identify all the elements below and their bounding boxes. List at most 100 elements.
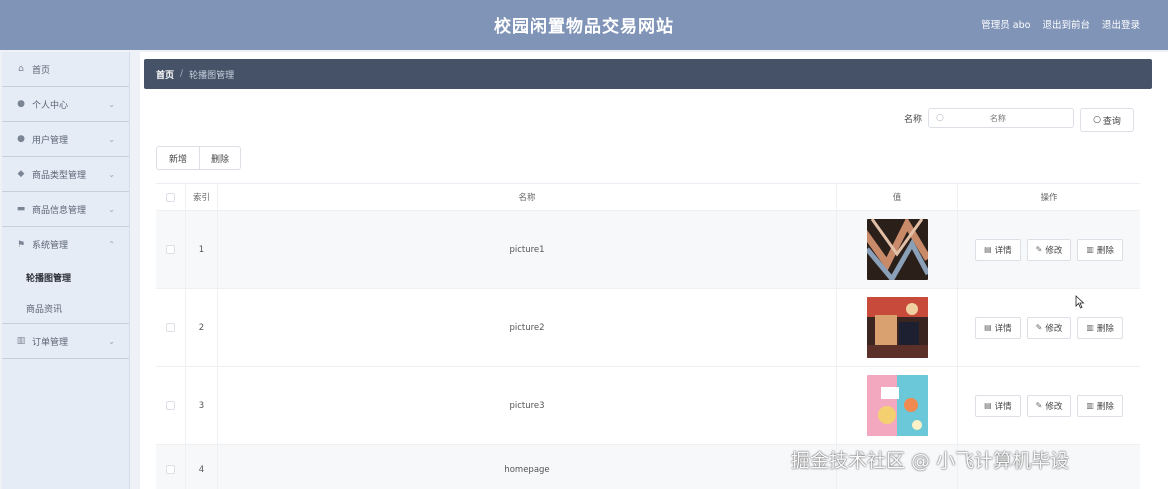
edit-button[interactable]: ✎ 修改	[1026, 316, 1072, 339]
document-icon: ▤	[984, 401, 992, 410]
edit-label: 修改	[1045, 245, 1063, 256]
sidebar-item-label: 个人中心	[32, 100, 69, 111]
edit-button[interactable]: ✎ 修改	[1026, 238, 1072, 261]
detail-label: 详情	[994, 245, 1012, 256]
search-label: 名称	[904, 115, 923, 125]
sidebar-item-label: 商品类型管理	[32, 170, 87, 181]
sidebar-item-label: 首页	[32, 65, 51, 76]
detail-button[interactable]: ▤ 详情	[975, 394, 1021, 417]
row-checkbox[interactable]	[166, 401, 175, 410]
sidebar: ⌂ 首页 ● 个人中心 ⌄ ● 用户管理 ⌄ ◆ 商品类型管理 ⌄ ▬ 商品信息…	[2, 52, 130, 489]
query-button-label: 查询	[1102, 116, 1121, 127]
row-index: 3	[186, 367, 218, 444]
document-icon: ▤	[984, 323, 992, 332]
row-name: picture2	[218, 289, 837, 366]
detail-label: 详情	[994, 401, 1012, 412]
row-index: 4	[186, 445, 218, 489]
sidebar-item-label: 系统管理	[32, 241, 69, 251]
row-select-cell	[156, 445, 186, 489]
chevron-down-icon: ⌄	[108, 99, 115, 109]
mouse-cursor-icon	[1075, 295, 1085, 309]
flag-icon: ⚑	[16, 239, 26, 250]
sidebar-item-personal-center[interactable]: ● 个人中心 ⌄	[2, 87, 129, 122]
search-input[interactable]	[947, 113, 1048, 123]
users-icon: ●	[17, 134, 25, 144]
chevron-down-icon: ⌄	[108, 336, 115, 346]
detail-button[interactable]: ▤ 详情	[975, 238, 1021, 261]
sidebar-item-user-management[interactable]: ● 用户管理 ⌄	[2, 122, 129, 157]
row-select-cell	[156, 211, 186, 288]
user-icon: ●	[17, 99, 25, 109]
add-button[interactable]: 新增	[156, 146, 200, 170]
sidebar-subitem-news[interactable]: 商品资讯	[2, 293, 129, 324]
search-field[interactable]: ○	[928, 108, 1074, 128]
watermark-text: 掘金技术社区 @ 小飞计算机毕设	[791, 450, 1070, 472]
sidebar-item-product-type[interactable]: ◆ 商品类型管理 ⌄	[2, 157, 129, 192]
column-header-index: 索引	[186, 184, 218, 210]
search-icon: ○	[1093, 115, 1101, 125]
chart-icon: ▥	[16, 336, 26, 346]
detail-label: 详情	[994, 323, 1012, 334]
row-index: 1	[186, 211, 218, 288]
sidebar-subitem-carousel[interactable]: 轮播图管理	[2, 262, 129, 293]
row-actions: ▤ 详情 ✎ 修改 ▥ 删除	[958, 367, 1140, 444]
edit-label: 修改	[1045, 401, 1063, 412]
pencil-icon: ✎	[1035, 245, 1043, 254]
admin-label: 管理员 abo	[981, 20, 1031, 31]
delete-row-button[interactable]: ▥ 删除	[1077, 316, 1123, 339]
breadcrumb-home[interactable]: 首页	[156, 68, 174, 81]
logout-link[interactable]: 退出登录	[1102, 17, 1140, 31]
sidebar-item-label: 订单管理	[32, 337, 69, 348]
delete-button[interactable]: 删除	[199, 146, 241, 170]
row-name: picture1	[218, 211, 837, 288]
carousel-image-thumbnail[interactable]	[866, 297, 928, 358]
delete-label: 删除	[1096, 245, 1114, 256]
sidebar-item-system[interactable]: ⚑ 系统管理 ⌃	[2, 227, 129, 262]
edit-label: 修改	[1045, 323, 1063, 334]
header-user-area: 管理员 abo 退出到前台 退出登录	[981, 17, 1140, 31]
row-actions: ▤ 详情 ✎ 修改 ▥ 删除	[958, 289, 1140, 366]
row-name: homepage	[218, 445, 837, 489]
top-header: 校园闲置物品交易网站 管理员 abo 退出到前台 退出登录	[0, 0, 1168, 50]
row-checkbox[interactable]	[166, 465, 175, 474]
home-icon: ⌂	[18, 64, 24, 74]
row-value-cell	[837, 367, 958, 444]
row-name: picture3	[218, 367, 837, 444]
sidebar-item-orders[interactable]: ▥ 订单管理 ⌄	[2, 324, 129, 359]
delete-row-button[interactable]: ▥ 删除	[1077, 238, 1123, 261]
carousel-image-thumbnail[interactable]	[866, 375, 928, 436]
pencil-icon: ✎	[1035, 401, 1043, 410]
delete-row-button[interactable]: ▥ 删除	[1077, 394, 1123, 417]
data-table: 索引 名称 值 操作 1 picture1 ▤ 详情 ✎ 修改 ▥ 删除 2 p…	[156, 183, 1140, 489]
sidebar-item-home[interactable]: ⌂ 首页	[2, 52, 129, 87]
row-index: 2	[186, 289, 218, 366]
row-checkbox[interactable]	[166, 245, 175, 254]
table-header-row: 索引 名称 值 操作	[156, 184, 1140, 211]
chevron-down-icon: ⌄	[108, 204, 115, 214]
select-all-checkbox[interactable]	[166, 192, 175, 202]
row-value-cell	[837, 211, 958, 288]
column-header-actions: 操作	[1040, 193, 1058, 203]
edit-button[interactable]: ✎ 修改	[1026, 394, 1072, 417]
breadcrumb: 首页 / 轮播图管理	[144, 59, 1152, 89]
row-actions: ▤ 详情 ✎ 修改 ▥ 删除	[958, 211, 1140, 288]
pencil-icon: ✎	[1035, 323, 1043, 332]
sidebar-item-product-info[interactable]: ▬ 商品信息管理 ⌄	[2, 192, 129, 227]
select-all-cell	[156, 184, 186, 210]
delete-label: 删除	[1096, 401, 1114, 412]
chevron-up-icon: ⌃	[108, 240, 115, 249]
detail-button[interactable]: ▤ 详情	[975, 316, 1021, 339]
table-row: 3 picture3 ▤ 详情 ✎ 修改 ▥ 删除	[156, 367, 1140, 445]
search-icon: ○	[936, 113, 944, 123]
chevron-down-icon: ⌄	[108, 134, 115, 144]
table-row: 1 picture1 ▤ 详情 ✎ 修改 ▥ 删除	[156, 211, 1140, 289]
query-button[interactable]: ○ 查询	[1080, 108, 1134, 132]
back-to-frontend-link[interactable]: 退出到前台	[1042, 17, 1090, 31]
carousel-image-thumbnail[interactable]	[866, 219, 928, 280]
sidebar-item-label: 商品信息管理	[32, 205, 87, 216]
column-header-name: 名称	[218, 184, 837, 210]
sidebar-item-label: 用户管理	[32, 135, 69, 146]
product-icon: ▬	[16, 204, 26, 214]
row-checkbox[interactable]	[166, 323, 175, 332]
trash-icon: ▥	[1086, 401, 1094, 410]
